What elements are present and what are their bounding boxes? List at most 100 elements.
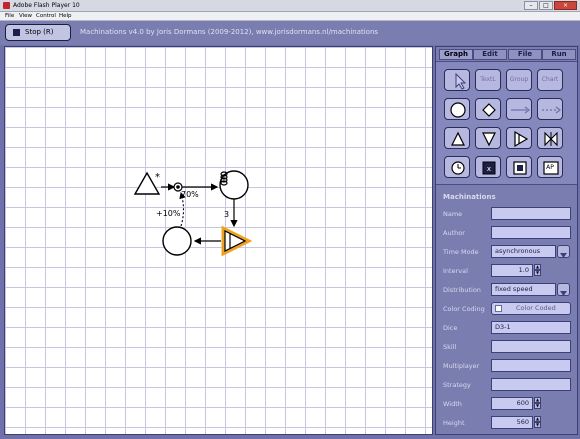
width-field[interactable]: 600: [491, 397, 533, 410]
tab-edit[interactable]: Edit: [473, 49, 507, 60]
window-title: Adobe Flash Player 10: [13, 2, 80, 9]
width-stepper[interactable]: ▲ ▼: [534, 397, 541, 410]
flow-rate-label: 3: [224, 210, 229, 219]
chevron-down-icon: [560, 291, 567, 296]
checkbox-icon: [495, 305, 502, 312]
name-field[interactable]: [491, 207, 571, 220]
properties-panel: Graph Edit File Run TextL Group Chart x …: [435, 46, 578, 435]
name-label: Name: [443, 210, 463, 218]
distribution-select[interactable]: fixed speed: [491, 283, 556, 296]
trader-tool[interactable]: [537, 127, 563, 149]
color-coding-text: Color Coded: [516, 304, 556, 312]
color-coding-toggle[interactable]: Color Coded: [491, 302, 571, 315]
tab-run[interactable]: Run: [542, 49, 576, 60]
dice-field[interactable]: D3-1: [491, 321, 571, 334]
source-node[interactable]: *: [133, 171, 161, 195]
interval-label: Interval: [443, 267, 468, 275]
skill-field[interactable]: [491, 340, 571, 353]
menu-file[interactable]: File: [5, 13, 14, 19]
converter-icon: [514, 130, 529, 148]
source-tool[interactable]: [444, 127, 470, 149]
end-condition-tool[interactable]: x: [475, 156, 501, 178]
converter-tool[interactable]: [506, 127, 532, 149]
distribution-dropdown-button[interactable]: [557, 283, 570, 296]
tab-file[interactable]: File: [508, 49, 542, 60]
stop-icon: [13, 29, 20, 36]
flash-player-icon: [3, 2, 10, 9]
menu-control[interactable]: Control: [36, 13, 56, 19]
stop-button-label: Stop (R): [25, 28, 54, 36]
dice-label: Dice: [443, 324, 458, 332]
author-field[interactable]: [491, 226, 571, 239]
state-connection-tool[interactable]: [537, 98, 563, 120]
close-button[interactable]: ×: [554, 1, 577, 10]
diagram-canvas[interactable]: * 70% 3 +10%: [4, 46, 433, 435]
time-mode-dropdown-button[interactable]: [557, 245, 570, 258]
color-coding-label: Color Coding: [443, 305, 485, 313]
artificial-player-tool[interactable]: AP: [537, 156, 563, 178]
pointer-icon: [455, 72, 467, 90]
menu-view[interactable]: View: [19, 13, 32, 19]
interval-field[interactable]: 1.0: [491, 264, 533, 277]
group-tool-label: Group: [509, 76, 529, 83]
svg-text:x: x: [487, 165, 491, 173]
converter-node[interactable]: [221, 225, 253, 257]
stepper-down-icon[interactable]: ▼: [534, 403, 541, 409]
minimize-button[interactable]: –: [524, 1, 538, 10]
stepper-down-icon[interactable]: ▼: [534, 270, 541, 276]
delay-icon: [451, 161, 465, 175]
pool-tool[interactable]: [444, 98, 470, 120]
app-toolbar: Stop (R) Machinations v4.0 by Joris Dorm…: [0, 21, 580, 45]
multiplayer-label: Multiplayer: [443, 362, 480, 370]
select-tool[interactable]: [444, 69, 470, 91]
stop-button[interactable]: Stop (R): [5, 24, 71, 41]
artificial-player-label: AP: [546, 164, 554, 171]
menu-help[interactable]: Help: [59, 13, 72, 19]
text-label-tool[interactable]: TextL: [475, 69, 501, 91]
square-icon: [513, 161, 527, 175]
author-label: Author: [443, 229, 465, 237]
delay-tool[interactable]: [444, 156, 470, 178]
probability-label: 70%: [181, 190, 199, 199]
diamond-icon: [482, 103, 496, 117]
strategy-label: Strategy: [443, 381, 471, 389]
width-label: Width: [443, 400, 462, 408]
section-title: Machinations: [443, 193, 496, 201]
drain-tool[interactable]: [475, 127, 501, 149]
chevron-down-icon: [560, 253, 567, 258]
inverted-triangle-icon: [482, 132, 496, 147]
trader-icon: [544, 131, 558, 147]
window-titlebar: Adobe Flash Player 10 – □ ×: [0, 0, 580, 12]
interval-stepper[interactable]: ▲ ▼: [534, 264, 541, 277]
stepper-down-icon[interactable]: ▼: [534, 422, 541, 428]
resource-connection-tool[interactable]: [506, 98, 532, 120]
distribution-label: Distribution: [443, 286, 481, 294]
modifier-label: +10%: [156, 209, 181, 218]
maximize-button[interactable]: □: [539, 1, 553, 10]
multiplayer-field[interactable]: [491, 359, 571, 372]
circle-icon: [450, 102, 466, 118]
strategy-field[interactable]: [491, 378, 571, 391]
group-tool[interactable]: Group: [506, 69, 532, 91]
app-title: Machinations v4.0 by Joris Dormans (2009…: [80, 28, 379, 36]
tool-palette: TextL Group Chart x AP: [436, 61, 577, 185]
height-field[interactable]: 560: [491, 416, 533, 429]
pool-node-top[interactable]: [219, 170, 249, 200]
time-mode-select[interactable]: asynchronous: [491, 245, 556, 258]
gate-tool[interactable]: [475, 98, 501, 120]
source-marker: *: [155, 172, 160, 183]
height-label: Height: [443, 419, 465, 427]
tab-graph[interactable]: Graph: [439, 49, 473, 60]
chart-tool[interactable]: Chart: [537, 69, 563, 91]
menu-bar: File View Control Help: [0, 12, 580, 21]
arrow-icon: [511, 106, 530, 114]
register-tool[interactable]: [506, 156, 532, 178]
pool-node-bottom[interactable]: [162, 226, 192, 256]
chart-tool-label: Chart: [541, 76, 559, 83]
text-label-tool-label: TextL: [480, 76, 496, 83]
end-condition-icon: x: [482, 161, 496, 175]
height-stepper[interactable]: ▲ ▼: [534, 416, 541, 429]
skill-label: Skill: [443, 343, 457, 351]
time-mode-label: Time Mode: [443, 248, 479, 256]
triangle-icon: [451, 131, 465, 146]
